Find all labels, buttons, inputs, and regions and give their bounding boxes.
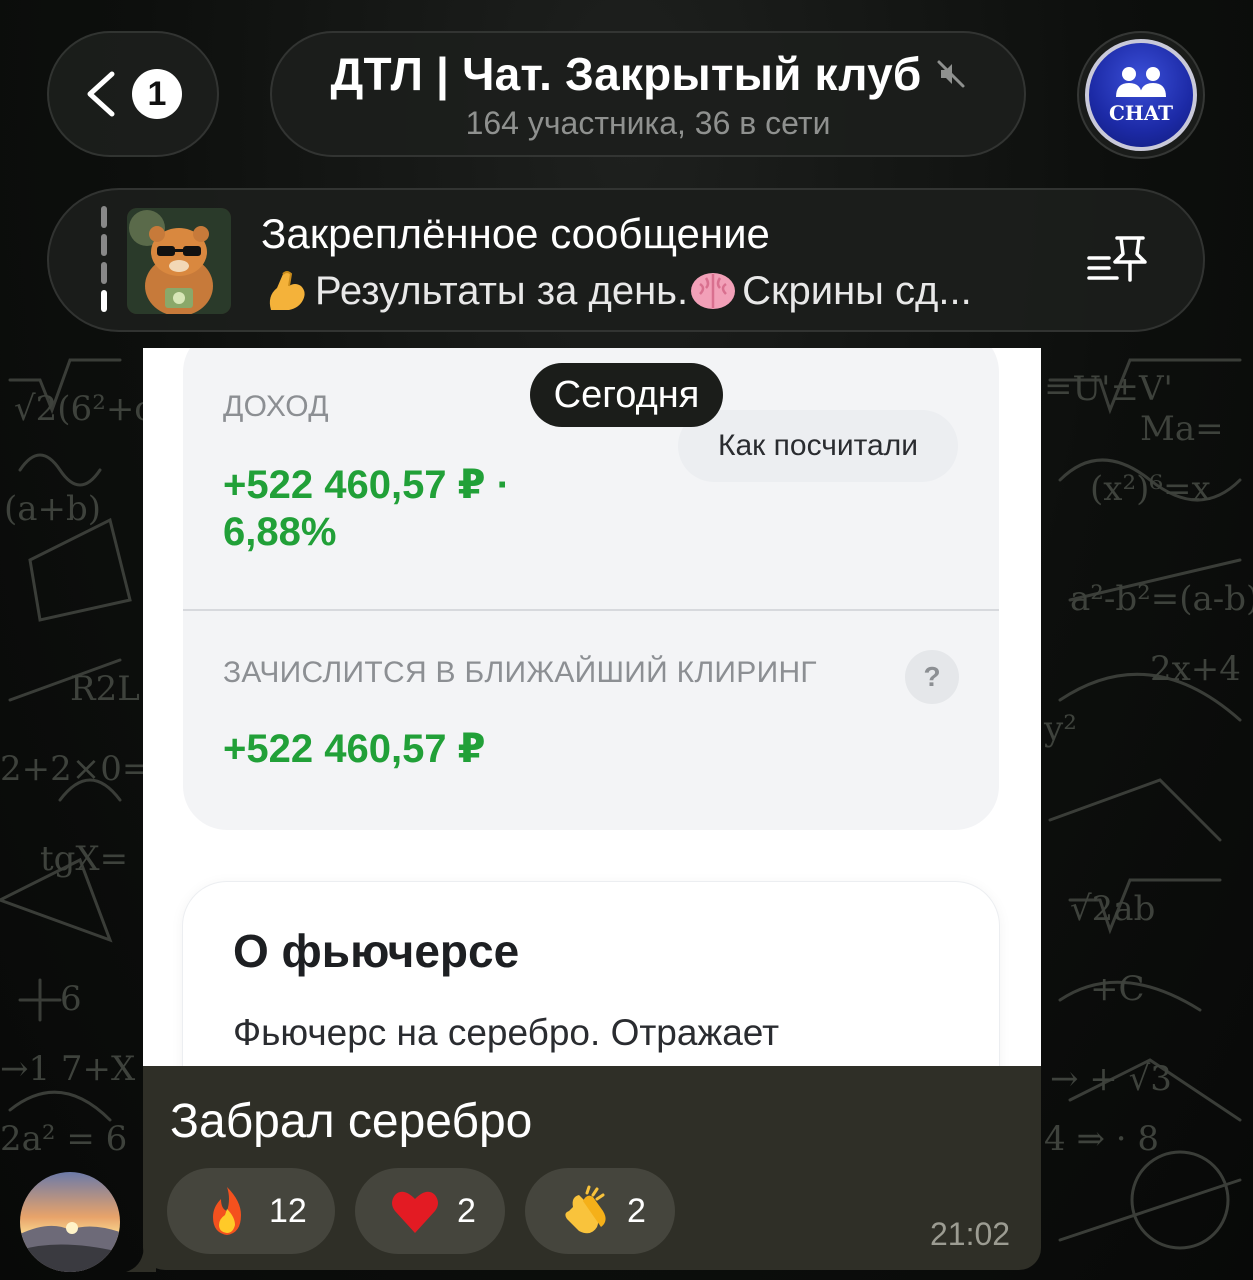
chat-members-status: 164 участника, 36 в сети: [465, 104, 831, 141]
svg-text:=U'±V': =U'±V': [1044, 369, 1173, 409]
clearing-label: ЗАЧИСЛИТСЯ В БЛИЖАЙШИЙ КЛИРИНГ: [223, 656, 817, 689]
about-futures-title: О фьючерсе: [233, 925, 520, 977]
svg-text:√2(6²+c: √2(6²+c: [14, 389, 153, 429]
sender-avatar[interactable]: [20, 1172, 120, 1272]
reaction-fire-count: 12: [269, 1191, 307, 1230]
how-calculated-button[interactable]: Как посчитали: [678, 410, 958, 482]
pinned-message-bar[interactable]: Закреплённое сообщение Результаты за ден…: [47, 188, 1205, 332]
reaction-clap-count: 2: [627, 1191, 646, 1230]
chat-header[interactable]: ДТЛ | Чат. Закрытый клуб 164 участника, …: [270, 31, 1026, 157]
pinned-position-indicator: [101, 206, 107, 312]
svg-text:2x+4: 2x+4: [1150, 649, 1241, 689]
chat-avatar-label: CHAT: [1108, 101, 1174, 125]
svg-text:√2ab: √2ab: [1070, 889, 1155, 929]
svg-text:→ + √3: → + √3: [1050, 1059, 1172, 1099]
fire-emoji: [213, 1187, 241, 1235]
chat-avatar[interactable]: CHAT: [1077, 31, 1205, 159]
income-value: +522 460,57 ₽ ·: [223, 463, 510, 507]
help-button[interactable]: ?: [905, 650, 959, 704]
sunset-landscape-image: [20, 1172, 120, 1272]
message-text: Забрал серебро: [170, 1095, 533, 1148]
brain-emoji: [691, 273, 736, 309]
svg-text:→1 7+X: →1 7+X: [0, 1049, 136, 1089]
svg-text:2+2×0=: 2+2×0=: [0, 749, 150, 789]
reaction-heart[interactable]: 2: [355, 1168, 505, 1254]
heart-emoji: [392, 1191, 438, 1233]
svg-text:2a² = 6: 2a² = 6: [0, 1119, 127, 1159]
svg-text:4 ⇒ · 8: 4 ⇒ · 8: [1044, 1119, 1159, 1159]
reaction-clap[interactable]: 2: [525, 1168, 675, 1254]
unread-count-badge: 1: [132, 69, 182, 119]
message-time: 21:02: [930, 1216, 1011, 1252]
pinned-text-part1: Результаты за день.: [315, 268, 689, 313]
pinned-thumbnail: [127, 208, 231, 314]
svg-text:Ma=: Ma=: [1140, 409, 1224, 449]
reaction-fire[interactable]: 12: [167, 1168, 335, 1254]
svg-text:y²: y²: [1043, 709, 1077, 749]
hamster-image: [127, 208, 231, 314]
date-separator: Сегодня: [530, 363, 723, 427]
svg-text:6: 6: [60, 979, 82, 1019]
chevron-left-icon: [87, 71, 115, 117]
pinned-text-part2: Скрины сд...: [742, 268, 972, 313]
svg-text:a²-b²=(a-b): a²-b²=(a-b): [1070, 579, 1253, 619]
income-label: ДОХОД: [223, 390, 329, 423]
pinned-text: Результаты за день. Скрины сд...: [261, 266, 972, 316]
panel-divider: [183, 609, 999, 611]
about-futures-text: Фьючерс на серебро. Отражает: [233, 1012, 780, 1053]
income-percent: 6,88%: [223, 510, 337, 554]
flexed-biceps-emoji: [269, 271, 305, 310]
svg-text:tgX=: tgX=: [40, 839, 128, 879]
chat-title: ДТЛ | Чат. Закрытый клуб: [330, 47, 922, 100]
shared-screenshot[interactable]: ДОХОД +522 460,57 ₽ · 6,88% Как посчитал…: [143, 348, 1041, 1068]
svg-text:(x²)⁶=x: (x²)⁶=x: [1090, 469, 1211, 509]
bubble-tail: [126, 1244, 156, 1272]
svg-text:+C: +C: [1090, 969, 1145, 1009]
back-button[interactable]: 1: [47, 31, 219, 157]
pin-list-icon[interactable]: [1087, 234, 1149, 286]
svg-text:R2L: R2L: [70, 669, 140, 709]
clapping-hands-emoji: [565, 1185, 606, 1234]
clearing-value: +522 460,57 ₽: [223, 727, 486, 771]
people-icon: [1116, 67, 1166, 97]
pinned-title: Закреплённое сообщение: [261, 210, 770, 257]
muted-speaker-icon: [937, 60, 965, 87]
svg-text:(a+b): (a+b): [4, 489, 101, 529]
reaction-heart-count: 2: [457, 1191, 476, 1230]
